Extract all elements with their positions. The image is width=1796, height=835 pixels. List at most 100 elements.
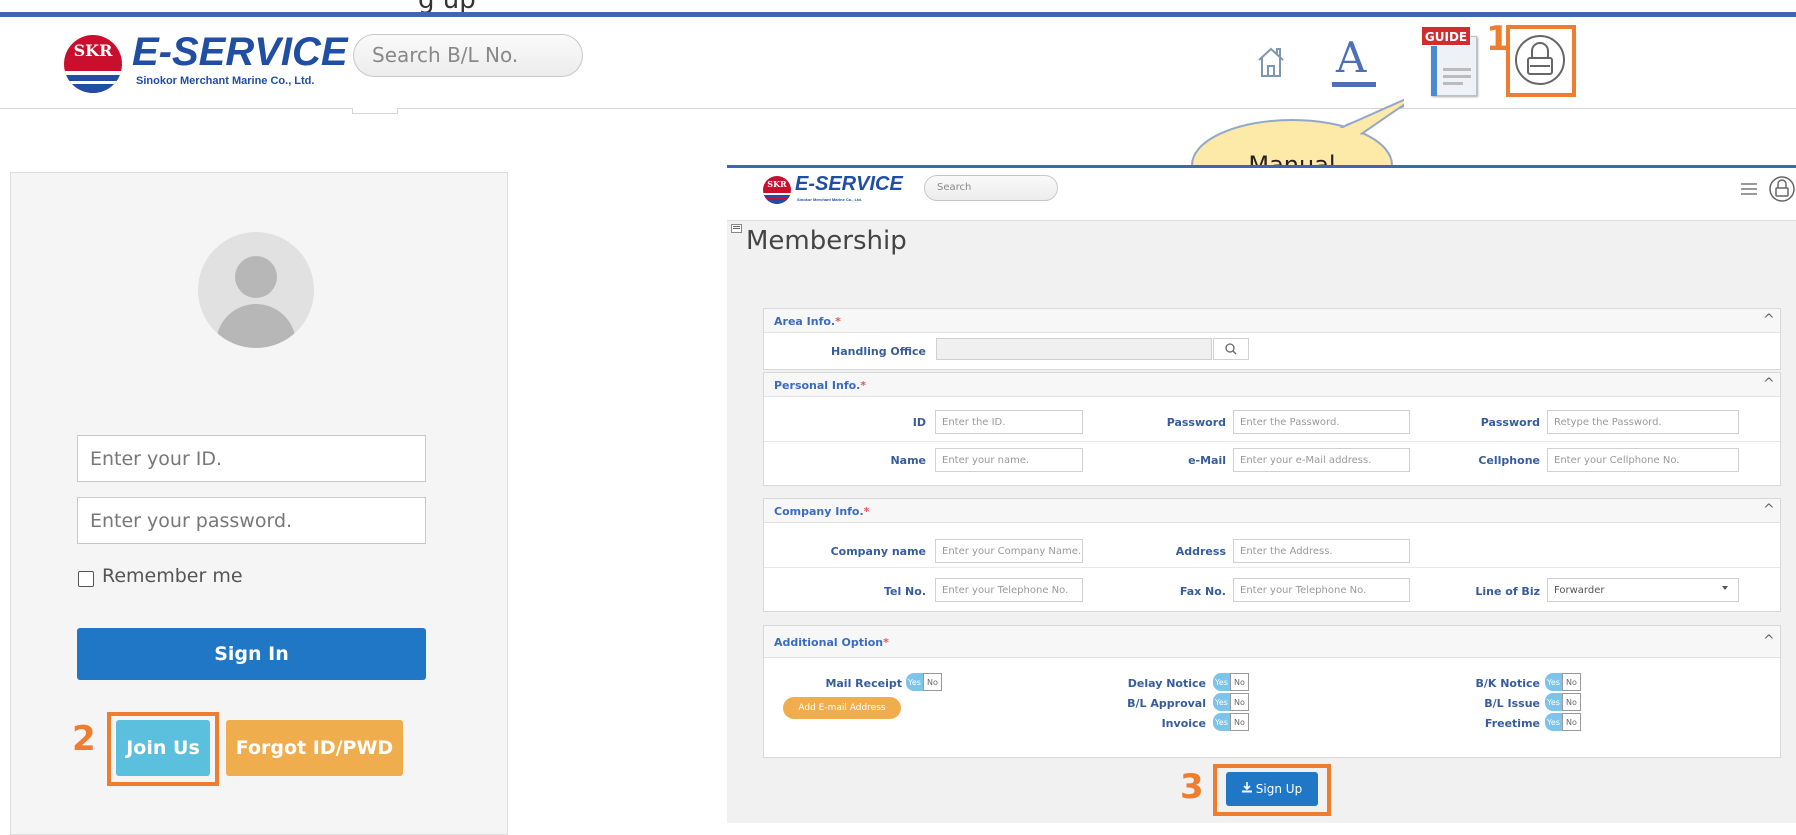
join-us-button[interactable]: Join Us <box>116 720 210 776</box>
login-id-placeholder: Enter your ID. <box>90 447 223 470</box>
mail-receipt-no-toggle[interactable]: No <box>923 673 942 691</box>
delay-notice-no-toggle[interactable]: No <box>1230 673 1249 691</box>
remember-me-label: Remember me <box>102 565 243 587</box>
lock-icon[interactable] <box>1514 34 1566 86</box>
id-label: ID <box>912 416 926 429</box>
guide-manual-icon[interactable]: GUIDE <box>1419 22 1481 98</box>
bl-approval-yes-toggle[interactable]: Yes <box>1213 693 1230 711</box>
sign-up-label: Sign Up <box>1255 782 1303 796</box>
fax-no-input[interactable]: Enter your Telephone No. <box>1233 578 1410 602</box>
download-icon <box>1241 782 1252 796</box>
fax-no-placeholder: Enter your Telephone No. <box>1240 584 1367 596</box>
callout-number-2: 2 <box>72 719 96 759</box>
area-info-collapse-caret[interactable]: ^ <box>1763 312 1775 328</box>
forgot-id-pwd-button[interactable]: Forgot ID/PWD <box>226 720 403 776</box>
password-placeholder: Enter the Password. <box>1240 416 1340 428</box>
personal-info-title: Personal Info. <box>774 379 861 392</box>
company-name-placeholder: Enter your Company Name. <box>942 545 1082 557</box>
sign-in-label: Sign In <box>214 643 289 665</box>
email-label: e-Mail <box>1188 454 1226 467</box>
mail-receipt-label: Mail Receipt <box>825 677 902 690</box>
sign-in-button[interactable]: Sign In <box>77 628 426 680</box>
header-tab-notch <box>352 108 398 114</box>
membership-logo-title[interactable]: E-SERVICE <box>795 173 903 195</box>
invoice-yes-toggle[interactable]: Yes <box>1213 713 1230 731</box>
membership-logo-mark-icon[interactable]: SKR <box>763 176 791 204</box>
email-input[interactable]: Enter your e-Mail address. <box>1233 448 1410 472</box>
membership-search-placeholder: Search <box>937 182 972 193</box>
bl-search-placeholder: Search B/L No. <box>372 43 519 67</box>
freetime-no-toggle[interactable]: No <box>1562 713 1581 731</box>
font-size-icon[interactable]: A <box>1332 36 1376 88</box>
name-placeholder: Enter your name. <box>942 454 1030 466</box>
home-icon[interactable] <box>1256 44 1286 80</box>
membership-search-input[interactable]: Search <box>924 175 1058 201</box>
handling-office-input[interactable] <box>936 338 1212 360</box>
cellphone-label: Cellphone <box>1478 454 1540 467</box>
chevron-down-icon <box>1722 586 1728 590</box>
freetime-yes-toggle[interactable]: Yes <box>1545 713 1562 731</box>
bl-search-input[interactable]: Search B/L No. <box>353 34 583 77</box>
remember-me-checkbox[interactable] <box>78 571 94 587</box>
address-input[interactable]: Enter the Address. <box>1233 539 1410 563</box>
membership-page-title: Membership <box>746 226 907 256</box>
bl-issue-label: B/L Issue <box>1484 697 1540 710</box>
search-icon <box>1225 343 1237 355</box>
menu-icon[interactable] <box>1741 183 1757 195</box>
retype-password-label: Password <box>1480 416 1540 429</box>
guide-label: GUIDE <box>1421 26 1471 46</box>
delay-notice-yes-toggle[interactable]: Yes <box>1213 673 1230 691</box>
bl-issue-no-toggle[interactable]: No <box>1562 693 1581 711</box>
login-password-input[interactable]: Enter your password. <box>77 497 426 544</box>
company-info-collapse-caret[interactable]: ^ <box>1763 502 1775 518</box>
company-info-header[interactable]: Company Info.* <box>764 499 1780 523</box>
additional-option-collapse-caret[interactable]: ^ <box>1763 633 1775 649</box>
company-info-row-divider <box>764 567 1780 568</box>
logo-subtitle: Sinokor Merchant Marine Co., Ltd. <box>136 75 315 87</box>
id-placeholder: Enter the ID. <box>942 416 1006 428</box>
area-info-title: Area Info. <box>774 315 836 328</box>
bk-notice-yes-toggle[interactable]: Yes <box>1545 673 1562 691</box>
bl-approval-label: B/L Approval <box>1127 697 1206 710</box>
sidebar-toggle-icon[interactable] <box>731 224 742 233</box>
company-info-title: Company Info. <box>774 505 864 518</box>
cellphone-placeholder: Enter your Cellphone No. <box>1554 454 1680 466</box>
invoice-no-toggle[interactable]: No <box>1230 713 1249 731</box>
name-input[interactable]: Enter your name. <box>935 448 1083 472</box>
tel-no-placeholder: Enter your Telephone No. <box>942 584 1069 596</box>
logo-title[interactable]: E-SERVICE <box>132 30 348 74</box>
personal-info-collapse-caret[interactable]: ^ <box>1763 376 1775 392</box>
line-of-biz-select[interactable]: Forwarder <box>1547 578 1739 602</box>
password-input[interactable]: Enter the Password. <box>1233 410 1410 434</box>
cellphone-input[interactable]: Enter your Cellphone No. <box>1547 448 1739 472</box>
bk-notice-no-toggle[interactable]: No <box>1562 673 1581 691</box>
tel-no-input[interactable]: Enter your Telephone No. <box>935 578 1083 602</box>
address-label: Address <box>1175 545 1226 558</box>
mail-receipt-yes-toggle[interactable]: Yes <box>906 673 923 691</box>
additional-option-header[interactable]: Additional Option* <box>764 626 1780 658</box>
login-id-input[interactable]: Enter your ID. <box>77 435 426 482</box>
add-email-address-button[interactable]: Add E-mail Address <box>783 697 901 719</box>
personal-info-header[interactable]: Personal Info.* <box>764 373 1780 397</box>
line-of-biz-label: Line of Biz <box>1475 585 1540 598</box>
sign-up-button[interactable]: Sign Up <box>1226 772 1318 806</box>
delay-notice-label: Delay Notice <box>1127 677 1206 690</box>
retype-password-input[interactable]: Retype the Password. <box>1547 410 1739 434</box>
id-input[interactable]: Enter the ID. <box>935 410 1083 434</box>
membership-lock-icon[interactable] <box>1768 175 1796 203</box>
invoice-label: Invoice <box>1161 717 1206 730</box>
logo-mark-icon[interactable]: SKR <box>64 35 122 93</box>
company-name-input[interactable]: Enter your Company Name. <box>935 539 1083 563</box>
handling-office-search-button[interactable] <box>1213 338 1249 360</box>
avatar <box>198 232 314 348</box>
additional-option-title: Additional Option <box>774 636 884 649</box>
bk-notice-label: B/K Notice <box>1475 677 1540 690</box>
address-placeholder: Enter the Address. <box>1240 545 1333 557</box>
bl-issue-yes-toggle[interactable]: Yes <box>1545 693 1562 711</box>
area-info-header[interactable]: Area Info.* <box>764 309 1780 333</box>
personal-info-row-divider <box>764 441 1780 442</box>
bl-approval-no-toggle[interactable]: No <box>1230 693 1249 711</box>
handling-office-label: Handling Office <box>830 345 926 358</box>
retype-password-placeholder: Retype the Password. <box>1554 416 1662 428</box>
email-placeholder: Enter your e-Mail address. <box>1240 454 1372 466</box>
